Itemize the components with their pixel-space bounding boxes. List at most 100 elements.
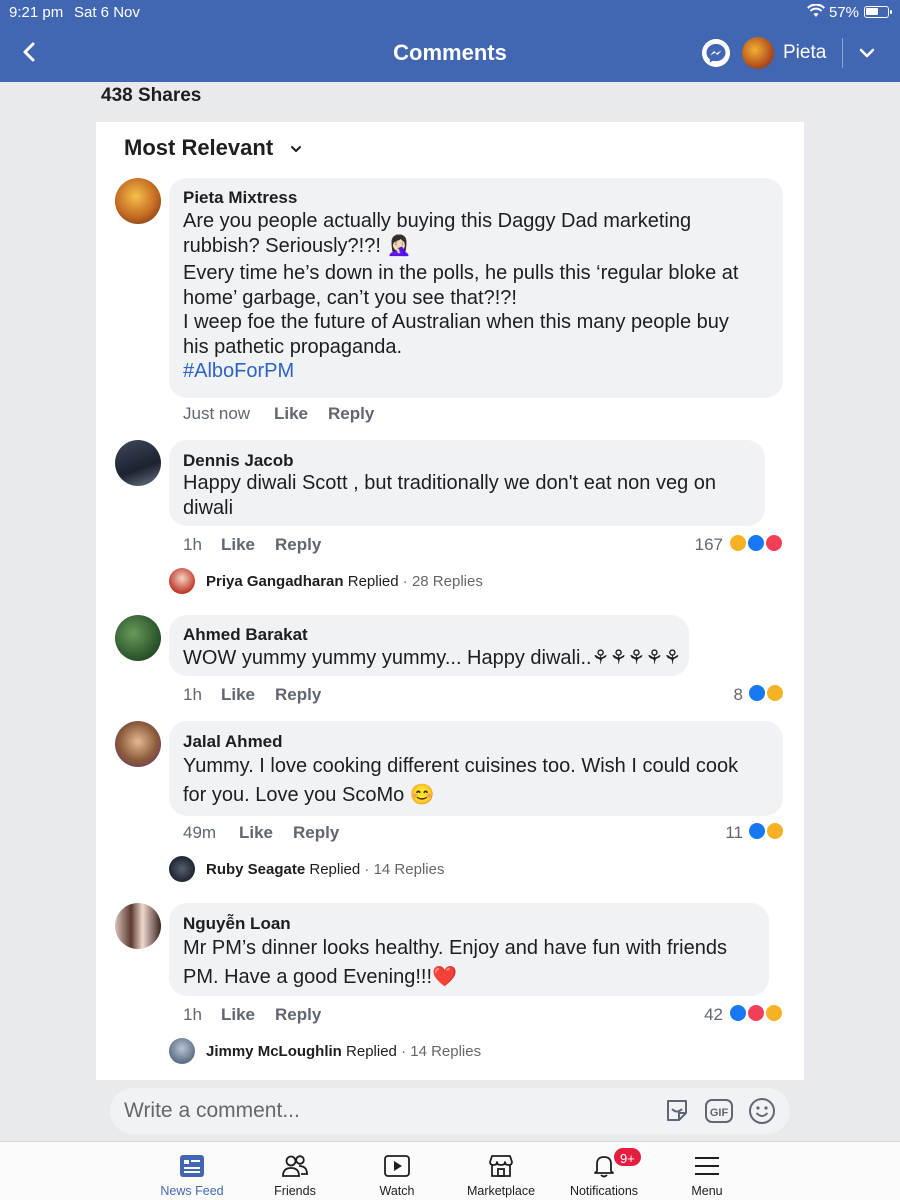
comment-line: diwali [183,496,234,519]
comment-text: WOW yummy yummy yummy... Happy diwali..⚘… [183,646,683,671]
tab-label: Marketplace [466,1184,536,1198]
comment-author[interactable]: Dennis Jacob [183,451,294,471]
comment-line: home’ garbage, can’t you see that?!?! [183,286,517,309]
like-button[interactable]: Like [221,685,255,705]
avatar[interactable] [115,440,161,486]
reply-count: · 28 Replies [402,573,483,590]
watch-icon [384,1155,410,1177]
tab-marketplace[interactable]: Marketplace [451,1142,551,1200]
comment-input[interactable] [124,1096,644,1126]
replies-link[interactable]: Jimmy McLoughlin Replied · 14 Replies [206,1043,481,1060]
comment-line: Yummy. I love cooking different cuisines… [183,755,739,777]
replies-link[interactable]: Priya Gangadharan Replied · 28 Replies [206,573,483,590]
hashtag-link[interactable]: #AlboForPM [183,359,775,384]
comment-line: rubbish? Seriously?!?! 🤦🏻‍♀️ [183,234,412,257]
reaction-count[interactable]: 42 [680,1005,723,1025]
reply-button[interactable]: Reply [328,404,374,424]
avatar[interactable] [115,903,161,949]
tab-friends[interactable]: Friends [245,1142,345,1200]
reply-button[interactable]: Reply [293,823,339,843]
replied-label: Replied [309,861,361,878]
sort-dropdown[interactable]: Most Relevant [124,135,273,161]
comment-text: Mr PM’s dinner looks healthy. Enjoy and … [183,934,763,992]
love-reaction-icon [747,1004,765,1022]
comment-text: Happy diwali Scott , but traditionally w… [183,471,758,520]
messenger-icon[interactable] [702,39,730,67]
tab-menu[interactable]: Menu [657,1142,757,1200]
comment-line: I weep foe the future of Australian when… [183,311,729,333]
chevron-down-icon[interactable] [289,142,303,156]
reaction-count[interactable]: 11 [700,823,743,843]
avatar[interactable] [115,615,161,661]
sticker-icon[interactable] [662,1096,692,1126]
avatar[interactable] [169,568,195,594]
user-name[interactable]: Pieta [783,42,826,64]
comment-line: his pathetic propaganda. [183,335,403,358]
gif-icon[interactable]: GIF [704,1096,734,1126]
chevron-down-icon[interactable] [856,42,878,64]
comment-text: Yummy. I love cooking different cuisines… [183,752,778,810]
notification-badge: 9+ [612,1146,643,1168]
comment-time: 1h [183,535,202,554]
comment-line: WOW yummy yummy yummy... Happy diwali..⚘… [183,647,682,669]
comment-line: Happy diwali Scott , but traditionally w… [183,472,717,494]
replies-link[interactable]: Ruby Seagate Replied · 14 Replies [206,861,444,878]
comment-time: 1h [183,685,202,704]
comment-time: 49m [183,823,217,842]
top-nav-bar: Comments Pieta [0,24,900,82]
comment-author[interactable]: Nguyễn Loan [183,914,291,934]
haha-reaction-icon [766,822,784,840]
wifi-icon [807,4,825,17]
svg-text:GIF: GIF [710,1107,729,1119]
comment-line: Mr PM’s dinner looks healthy. Enjoy and … [183,937,727,959]
tab-news-feed[interactable]: News Feed [142,1142,242,1200]
reaction-count[interactable]: 167 [660,535,723,555]
reply-count: · 14 Replies [364,861,445,878]
divider [842,38,843,68]
reply-button[interactable]: Reply [275,685,321,705]
status-bar: 9:21 pm Sat 6 Nov 57% [0,0,900,24]
comment-text: Are you people actually buying this Dagg… [183,209,775,384]
battery-percent: 57% [829,4,860,21]
like-reaction-icon [748,684,766,702]
comment-time: Just now [183,404,251,423]
reply-author: Jimmy McLoughlin [206,1043,342,1060]
reply-button[interactable]: Reply [275,1005,321,1025]
emoji-icon[interactable] [747,1096,777,1126]
comment-line: Every time he’s down in the polls, he pu… [183,262,739,284]
tab-watch[interactable]: Watch [347,1142,447,1200]
reply-count: · 14 Replies [401,1043,482,1060]
replied-label: Replied [347,573,399,590]
shares-count[interactable]: 438 Shares [101,85,201,107]
battery-icon [864,6,892,18]
reply-author: Ruby Seagate [206,861,306,878]
avatar[interactable] [115,721,161,767]
love-reaction-icon [765,534,783,552]
avatar[interactable] [115,178,161,224]
friends-icon [282,1155,308,1177]
comment-author[interactable]: Ahmed Barakat [183,625,308,645]
bottom-tab-bar: News Feed Friends Watch Marketplace 9+ N… [0,1141,900,1200]
like-button[interactable]: Like [274,404,308,424]
back-arrow-icon[interactable] [16,38,44,66]
like-button[interactable]: Like [221,535,255,555]
comment-author[interactable]: Pieta Mixtress [183,188,297,208]
haha-reaction-icon [766,684,784,702]
like-button[interactable]: Like [239,823,273,843]
comment-line: Are you people actually buying this Dagg… [183,210,692,232]
tab-label: News Feed [160,1184,224,1198]
comment-line: PM. Have a good Evening!!!❤️ [183,966,457,988]
tab-notifications[interactable]: 9+ Notifications [554,1142,654,1200]
status-time: 9:21 pm [9,4,64,21]
like-button[interactable]: Like [221,1005,255,1025]
haha-reaction-icon [729,534,747,552]
avatar[interactable] [169,1038,195,1064]
menu-icon [695,1157,719,1175]
user-avatar[interactable] [742,37,774,69]
like-reaction-icon [748,822,766,840]
reaction-count[interactable]: 8 [700,685,743,705]
reply-button[interactable]: Reply [275,535,321,555]
tab-label: Friends [274,1184,316,1198]
avatar[interactable] [169,856,195,882]
comment-author[interactable]: Jalal Ahmed [183,732,283,752]
